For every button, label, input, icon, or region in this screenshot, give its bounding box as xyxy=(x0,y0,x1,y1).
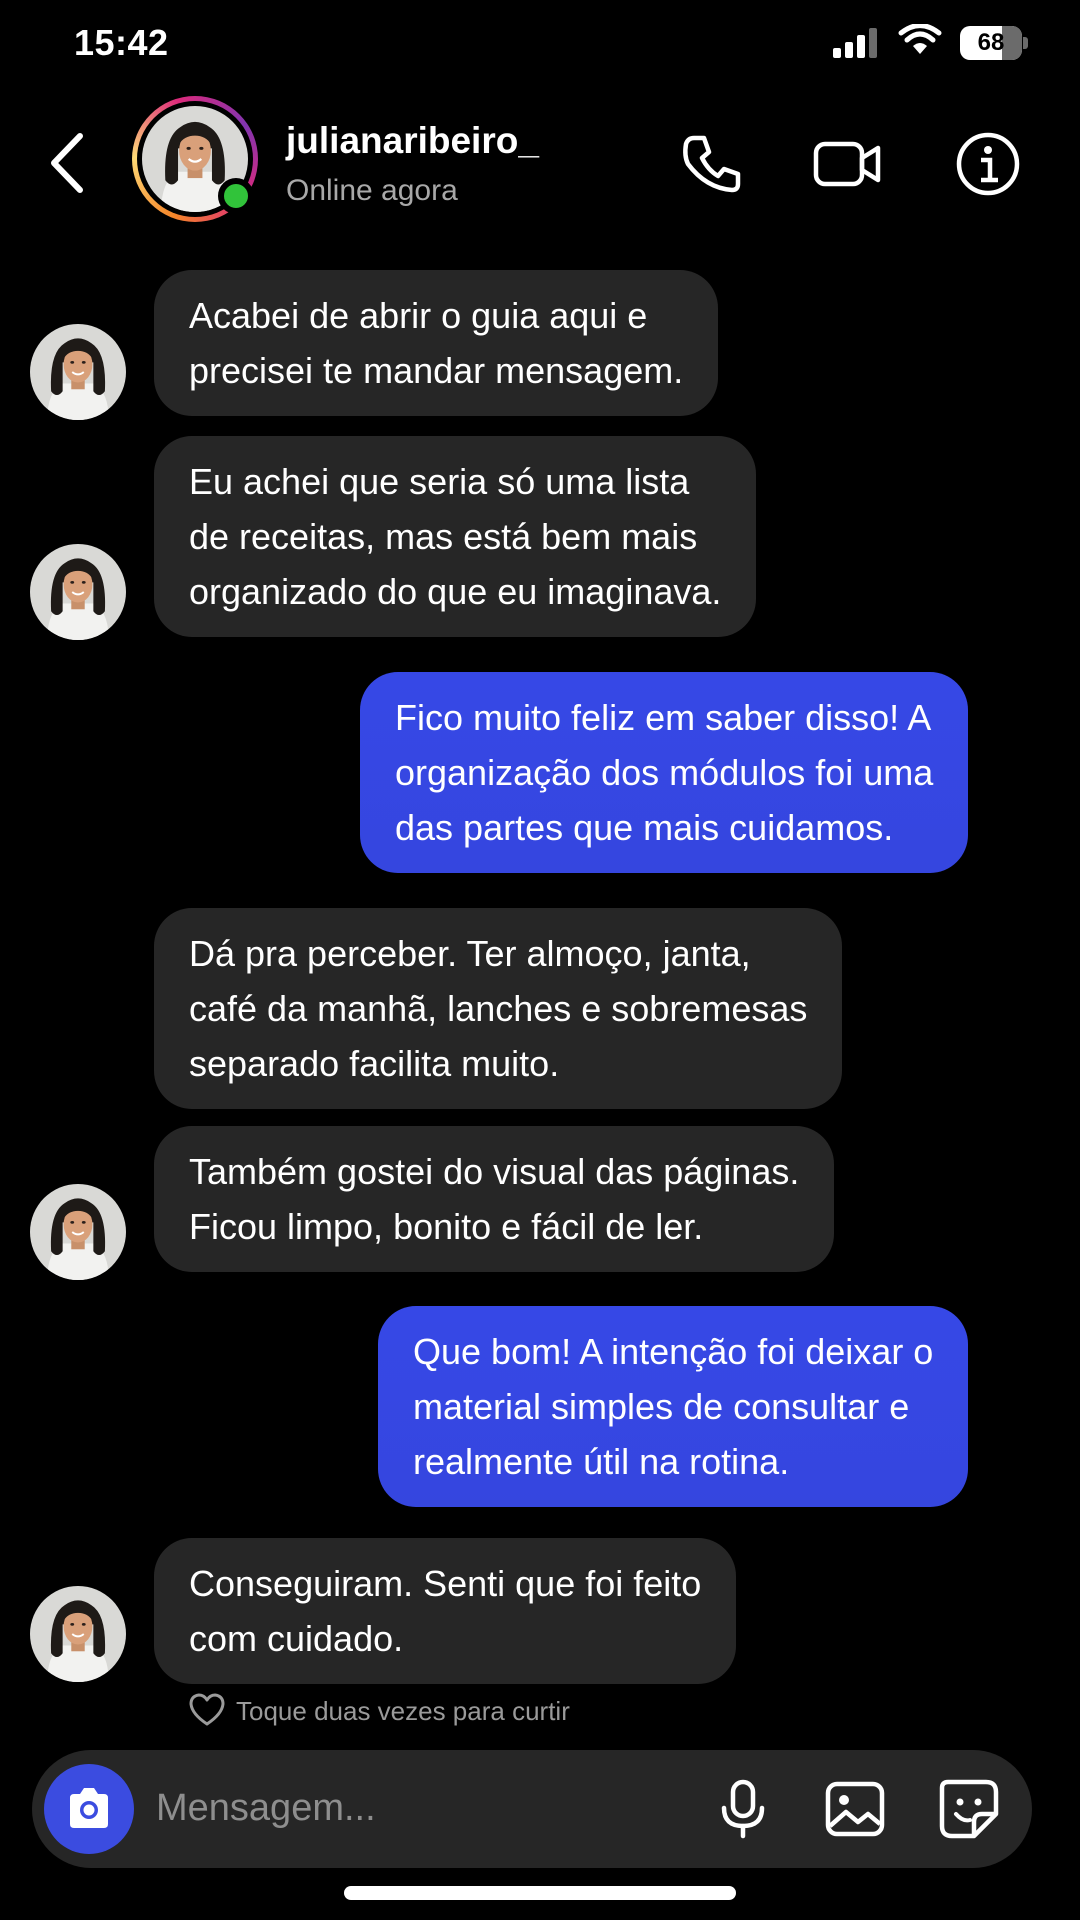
phone-icon[interactable] xyxy=(676,128,748,200)
message-bubble[interactable]: Eu achei que seria só uma lista de recei… xyxy=(154,436,757,637)
battery-icon: 68 xyxy=(960,26,1028,60)
battery-level: 68 xyxy=(977,29,1005,56)
microphone-icon[interactable] xyxy=(710,1776,776,1842)
heart-icon[interactable] xyxy=(188,1692,226,1728)
sender-avatar[interactable] xyxy=(30,324,126,420)
online-status: Online agora xyxy=(286,174,458,207)
sticker-icon[interactable] xyxy=(936,1776,1002,1842)
message-input[interactable] xyxy=(156,1778,576,1838)
sender-avatar[interactable] xyxy=(30,544,126,640)
double-tap-like-hint: Toque duas vezes para curtir xyxy=(236,1696,570,1726)
message-bubble[interactable]: Fico muito feliz em saber disso! A organ… xyxy=(360,672,969,873)
video-camera-icon[interactable] xyxy=(812,128,884,200)
chat-header: julianaribeiro_ Online agora xyxy=(0,90,1080,240)
wifi-icon xyxy=(898,24,942,54)
message-bubble[interactable]: Acabei de abrir o guia aqui e precisei t… xyxy=(154,270,719,416)
online-indicator xyxy=(218,178,254,214)
status-bar: 15:42 68 xyxy=(0,0,1080,90)
camera-button[interactable] xyxy=(44,1764,134,1854)
gallery-icon[interactable] xyxy=(822,1776,888,1842)
home-indicator[interactable] xyxy=(344,1886,736,1900)
camera-icon xyxy=(70,1788,108,1828)
message-composer xyxy=(32,1750,1032,1868)
message-bubble[interactable]: Dá pra perceber. Ter almoço, janta, café… xyxy=(154,908,843,1109)
message-bubble[interactable]: Também gostei do visual das páginas. Fic… xyxy=(154,1126,835,1272)
message-bubble[interactable]: Que bom! A intenção foi deixar o materia… xyxy=(378,1306,969,1507)
message-thread[interactable]: Acabei de abrir o guia aqui e precisei t… xyxy=(0,240,1080,1740)
chat-username[interactable]: julianaribeiro_ xyxy=(286,120,539,162)
info-icon[interactable] xyxy=(952,128,1024,200)
sender-avatar[interactable] xyxy=(30,1586,126,1682)
status-time: 15:42 xyxy=(74,22,169,63)
sender-avatar[interactable] xyxy=(30,1184,126,1280)
message-bubble[interactable]: Conseguiram. Senti que foi feito com cui… xyxy=(154,1538,737,1684)
back-icon[interactable] xyxy=(40,128,96,198)
cellular-signal-icon xyxy=(833,28,877,58)
